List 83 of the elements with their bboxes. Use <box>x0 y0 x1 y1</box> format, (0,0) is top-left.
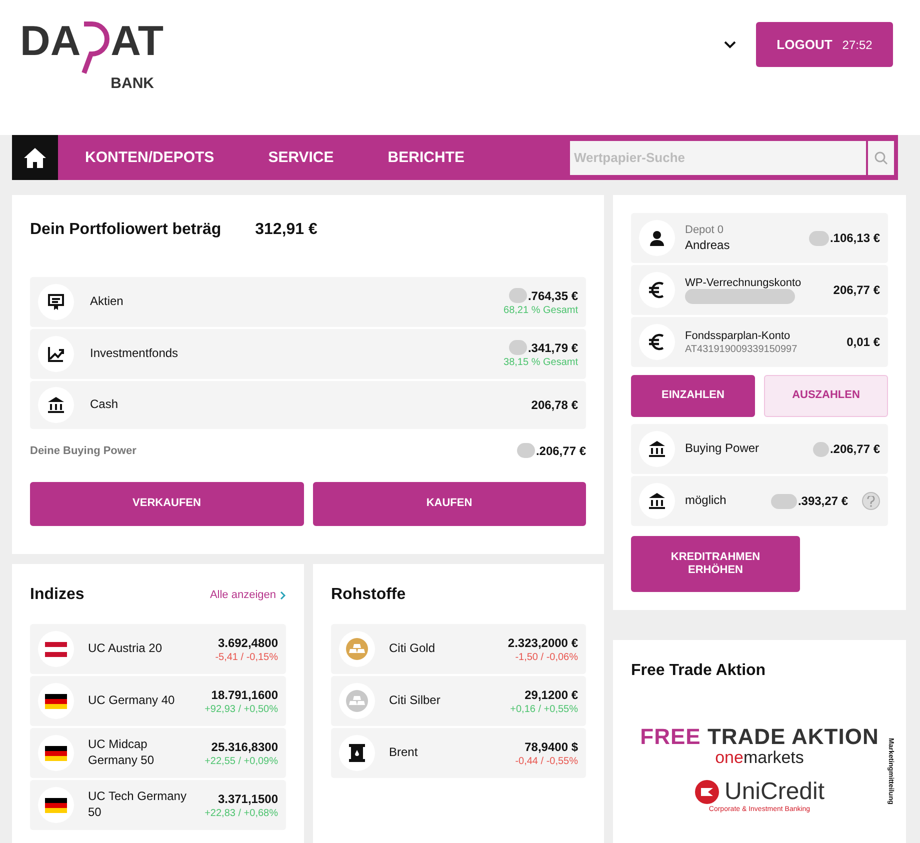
index-price: 3.371,1500 <box>218 792 278 806</box>
asset-value: .764,35 € <box>528 288 578 302</box>
home-button[interactable] <box>12 135 58 180</box>
show-all-link[interactable]: Alle anzeigen <box>210 589 286 601</box>
account-subtitle: Andreas <box>685 238 731 252</box>
power-value: .393,27 € <box>798 494 848 508</box>
section-title: Free Trade Aktion <box>631 662 767 680</box>
ingots-icon <box>346 638 368 660</box>
section-title: Indizes <box>30 586 84 604</box>
index-name: UC Austria 20 <box>88 641 164 657</box>
account-balance: 206,77 € <box>833 283 880 297</box>
commodity-change: +0,16 / +0,55% <box>510 704 578 714</box>
asset-label: Aktien <box>90 294 124 310</box>
search-field[interactable]: Wertpapier-Suche <box>570 140 866 174</box>
trade-button[interactable]: VERKAUFEN <box>30 482 304 526</box>
index-change: +92,93 / +0,50% <box>204 704 278 714</box>
commodity-name: Citi Silber <box>389 693 442 709</box>
bank-icon <box>648 440 666 458</box>
account-title: WP-Verrechnungskonto <box>685 276 802 288</box>
account-balance: .106,13 € <box>830 231 880 245</box>
asset-share: 38,15 % Gesamt <box>504 357 578 368</box>
power-label: Buying Power <box>685 441 760 457</box>
help-icon[interactable] <box>862 492 880 510</box>
commodity-name: Brent <box>389 745 419 761</box>
portfolio-value: 312,91 € <box>255 221 318 239</box>
commodity-name: Citi Gold <box>389 641 436 657</box>
index-name: UC Germany 40 <box>88 693 176 709</box>
nav-link[interactable]: SERVICE <box>268 149 334 166</box>
commodity-change: -0,44 / -0,55% <box>515 756 578 766</box>
transfer-button[interactable]: EINZAHLEN <box>631 375 755 417</box>
index-price: 18.791,1600 <box>211 688 278 702</box>
power-label: möglich <box>685 493 728 509</box>
account-subtitle: AT431919009339150997 <box>685 344 798 354</box>
transfer-button[interactable]: AUSZAHLEN <box>764 375 888 417</box>
search-icon <box>874 150 888 164</box>
commodity-price: 29,1200 € <box>524 688 578 702</box>
banner-brand: onemarkets <box>715 748 804 768</box>
person-icon <box>649 230 665 246</box>
asset-share: 68,21 % Gesamt <box>504 305 578 316</box>
commodity-price: 78,9400 $ <box>524 740 578 754</box>
credit-limit-button[interactable]: KREDITRAHMEN ERHÖHEN <box>631 536 800 592</box>
buying-power-value: .206,77 € <box>536 444 586 458</box>
commodity-price: 2.323,2000 € <box>508 636 578 650</box>
index-price: 25.316,8300 <box>211 740 278 754</box>
trend-chart-icon <box>47 345 65 363</box>
flag-icon <box>45 746 67 760</box>
asset-label: Investmentfonds <box>90 346 180 362</box>
certificate-icon <box>47 293 65 311</box>
bank-logo-icon <box>694 779 720 805</box>
asset-value: 206,78 € <box>531 398 578 412</box>
chevron-down-icon[interactable] <box>724 40 736 48</box>
index-change: +22,55 / +0,09% <box>204 756 278 766</box>
index-change: +22,83 / +0,68% <box>204 808 278 818</box>
oil-barrel-icon <box>348 743 366 763</box>
nav-link[interactable]: KONTEN/DEPOTS <box>85 149 214 166</box>
buying-power-label: Deine Buying Power <box>30 444 136 456</box>
logout-button[interactable]: LOGOUT 27:52 <box>756 22 893 67</box>
logo: DA AT BANK <box>20 20 164 92</box>
portfolio-title: Dein Portfoliowert beträg <box>30 221 222 239</box>
flag-icon <box>45 642 67 656</box>
power-value: .206,77 € <box>830 442 880 456</box>
index-name: UC Midcap Germany 50 <box>88 737 156 769</box>
account-title: Fondssparplan-Konto <box>685 330 792 342</box>
trade-button[interactable]: KAUFEN <box>312 482 586 526</box>
section-title: Rohstoffe <box>331 586 406 604</box>
account-title: Depot 0 <box>685 224 725 236</box>
asset-label: Cash <box>90 397 120 413</box>
bank-icon <box>47 396 65 414</box>
ingots-icon <box>346 690 368 712</box>
nav-link[interactable]: BERICHTE <box>388 149 464 166</box>
banner-headline: FREE TRADE AKTION <box>640 724 879 750</box>
flag-icon <box>45 798 67 812</box>
home-icon <box>23 146 47 168</box>
commodity-change: -1,50 / -0,06% <box>515 652 578 662</box>
banner-bank-name: UniCredit <box>724 778 825 806</box>
index-price: 3.692,4800 <box>218 636 278 650</box>
index-name: UC Tech Germany 50 <box>88 789 188 821</box>
asset-value: .341,79 € <box>528 340 578 354</box>
account-balance: 0,01 € <box>846 335 880 349</box>
flag-icon <box>45 694 67 708</box>
bank-icon <box>648 492 666 510</box>
index-change: -5,41 / -0,15% <box>215 652 278 662</box>
chevron-right-icon <box>280 590 286 600</box>
